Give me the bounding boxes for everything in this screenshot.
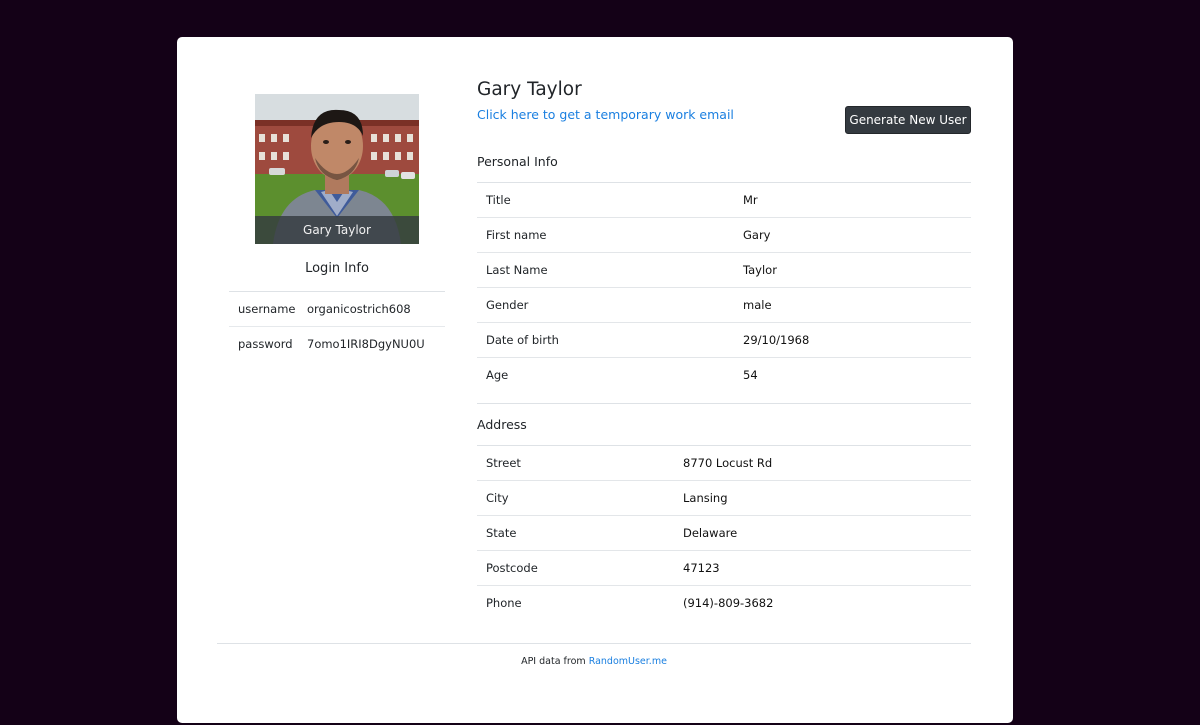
login-value-username: organicostrich608: [307, 302, 411, 316]
login-label-password: password: [238, 337, 293, 351]
section-divider: [477, 403, 971, 404]
table-row: Phone (914)-809-3682: [477, 586, 971, 620]
temp-email-link[interactable]: Click here to get a temporary work email: [477, 107, 734, 122]
login-row-password: password 7omo1IRI8DgyNU0U: [229, 327, 445, 361]
address-table: Street 8770 Locust Rd City Lansing State…: [477, 445, 971, 620]
table-row: Street 8770 Locust Rd: [477, 446, 971, 481]
personal-info-table: Title Mr First name Gary Last Name Taylo…: [477, 182, 971, 392]
address-label-postcode: Postcode: [486, 561, 538, 575]
address-label-street: Street: [486, 456, 521, 470]
address-value-postcode: 47123: [683, 561, 720, 575]
login-value-password: 7omo1IRI8DgyNU0U: [307, 337, 425, 351]
login-row-username: username organicostrich608: [229, 292, 445, 327]
footer: API data from RandomUser.me: [217, 656, 971, 667]
footer-divider: [217, 643, 971, 644]
personal-value-gender: male: [743, 298, 772, 312]
address-label-phone: Phone: [486, 596, 522, 610]
user-full-name: Gary Taylor: [477, 79, 582, 100]
address-label-state: State: [486, 526, 517, 540]
table-row: Gender male: [477, 288, 971, 323]
table-row: Title Mr: [477, 183, 971, 218]
address-heading: Address: [477, 417, 527, 432]
randomuser-link[interactable]: RandomUser.me: [589, 656, 667, 667]
footer-text: API data from: [521, 656, 586, 667]
personal-label-title: Title: [486, 193, 511, 207]
personal-value-title: Mr: [743, 193, 758, 207]
address-value-state: Delaware: [683, 526, 738, 540]
personal-value-age: 54: [743, 368, 758, 382]
personal-label-last-name: Last Name: [486, 263, 548, 277]
personal-value-last-name: Taylor: [743, 263, 777, 277]
address-value-phone: (914)-809-3682: [683, 596, 774, 610]
table-row: Date of birth 29/10/1968: [477, 323, 971, 358]
profile-photo: Gary Taylor: [255, 94, 419, 244]
table-row: First name Gary: [477, 218, 971, 253]
table-row: Age 54: [477, 358, 971, 392]
personal-label-first-name: First name: [486, 228, 547, 242]
personal-value-first-name: Gary: [743, 228, 771, 242]
personal-value-date-of-birth: 29/10/1968: [743, 333, 810, 347]
table-row: City Lansing: [477, 481, 971, 516]
login-info-table: username organicostrich608 password 7omo…: [229, 291, 445, 361]
address-value-street: 8770 Locust Rd: [683, 456, 773, 470]
table-row: State Delaware: [477, 516, 971, 551]
personal-label-age: Age: [486, 368, 509, 382]
personal-label-date-of-birth: Date of birth: [486, 333, 559, 347]
table-row: Postcode 47123: [477, 551, 971, 586]
photo-caption: Gary Taylor: [255, 216, 419, 244]
user-card: Gary Taylor Login Info username organico…: [177, 37, 1013, 723]
table-row: Last Name Taylor: [477, 253, 971, 288]
personal-info-heading: Personal Info: [477, 154, 558, 169]
login-info-heading: Login Info: [305, 261, 369, 276]
personal-label-gender: Gender: [486, 298, 529, 312]
address-value-city: Lansing: [683, 491, 728, 505]
generate-new-user-button[interactable]: Generate New User: [845, 106, 971, 134]
login-label-username: username: [238, 302, 296, 316]
address-label-city: City: [486, 491, 509, 505]
